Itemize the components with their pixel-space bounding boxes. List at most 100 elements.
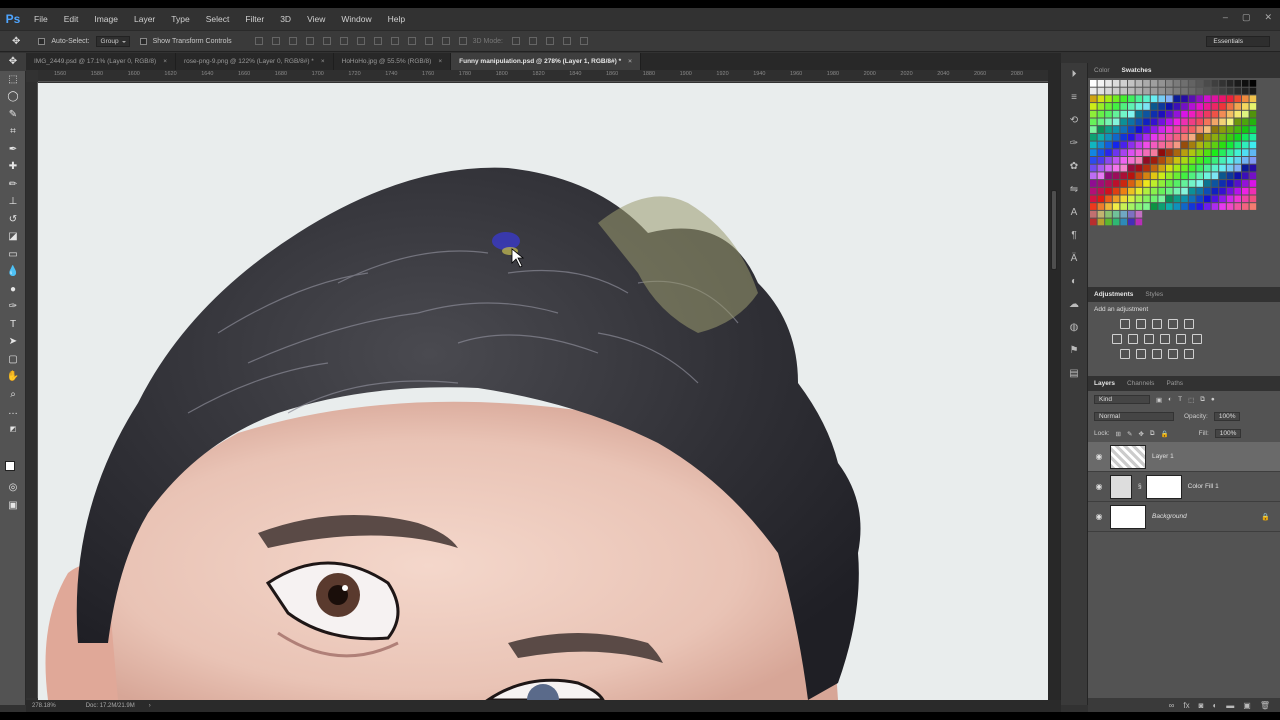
swatch-cell[interactable] xyxy=(1097,149,1105,156)
swatch-cell[interactable] xyxy=(1249,118,1257,126)
swatch-cell[interactable] xyxy=(1143,87,1150,95)
swatch-cell[interactable] xyxy=(1249,157,1257,164)
swatch-cell[interactable] xyxy=(1226,164,1234,172)
blur-tool-icon[interactable]: 💧 xyxy=(0,263,26,281)
swatch-cell[interactable] xyxy=(1120,203,1127,210)
swatch-cell[interactable] xyxy=(1226,87,1234,95)
swatch-cell[interactable] xyxy=(1166,203,1173,210)
swatch-cell[interactable] xyxy=(1105,203,1112,210)
swatch-cell[interactable] xyxy=(1090,110,1097,118)
swatch-cell[interactable] xyxy=(1158,133,1165,141)
swatch-cell[interactable] xyxy=(1112,172,1120,180)
swatch-cell[interactable] xyxy=(1143,103,1150,110)
swatch-cell[interactable] xyxy=(1249,133,1257,141)
3d-scale-icon[interactable] xyxy=(579,37,588,45)
restore-button[interactable]: ▢ xyxy=(1242,12,1251,23)
color-lookup-icon[interactable] xyxy=(1192,334,1202,344)
swatch-cell[interactable] xyxy=(1211,172,1219,180)
swatch-cell[interactable] xyxy=(1242,149,1249,156)
swatch-cell[interactable] xyxy=(1090,157,1097,164)
glyphs-panel-icon[interactable]: Ä xyxy=(1061,247,1087,270)
foreground-color-swatch[interactable] xyxy=(5,461,15,471)
swatch-cell[interactable] xyxy=(1173,80,1181,87)
swatch-cell[interactable] xyxy=(1181,118,1188,126)
swatch-cell[interactable] xyxy=(1196,80,1203,87)
swatch-cell[interactable] xyxy=(1188,126,1196,133)
swatch-cell[interactable] xyxy=(1128,172,1135,180)
curves-icon[interactable] xyxy=(1152,319,1162,329)
swatch-cell[interactable] xyxy=(1242,87,1249,95)
swatch-cell[interactable] xyxy=(1173,133,1181,141)
swatch-cell[interactable] xyxy=(1211,180,1219,187)
menu-image[interactable]: Image xyxy=(86,14,126,24)
filter-smart-icon[interactable]: ⧉ xyxy=(1200,396,1205,404)
swatch-cell[interactable] xyxy=(1143,164,1150,172)
swatch-cell[interactable] xyxy=(1166,118,1173,126)
swatch-cell[interactable] xyxy=(1204,103,1211,110)
brightness-contrast-icon[interactable] xyxy=(1120,319,1130,329)
swatch-cell[interactable] xyxy=(1120,103,1127,110)
swatch-cell[interactable] xyxy=(1128,157,1135,164)
swatch-cell[interactable] xyxy=(1234,172,1241,180)
cloud-panel-icon[interactable]: ☁ xyxy=(1061,293,1087,316)
swatch-cell[interactable] xyxy=(1242,164,1249,172)
swatches-grid[interactable] xyxy=(1088,78,1280,278)
swatch-cell[interactable] xyxy=(1211,133,1219,141)
move-tool-preset-icon[interactable]: ✥ xyxy=(12,36,20,47)
swatch-cell[interactable] xyxy=(1166,80,1173,87)
swatch-cell[interactable] xyxy=(1204,80,1211,87)
hue-saturation-icon[interactable] xyxy=(1112,334,1122,344)
swatch-cell[interactable] xyxy=(1211,149,1219,156)
swatch-cell[interactable] xyxy=(1226,110,1234,118)
swatch-cell[interactable] xyxy=(1166,141,1173,149)
swatch-cell[interactable] xyxy=(1204,141,1211,149)
menu-view[interactable]: View xyxy=(299,14,333,24)
swatch-cell[interactable] xyxy=(1150,126,1158,133)
swatch-cell[interactable] xyxy=(1128,180,1135,187)
tab-rose-png[interactable]: rose-png-9.png @ 122% (Layer 0, RGB/8#) … xyxy=(176,53,334,70)
swatch-cell[interactable] xyxy=(1097,203,1105,210)
swatch-cell[interactable] xyxy=(1150,149,1158,156)
swatch-cell[interactable] xyxy=(1135,180,1143,187)
swatch-cell[interactable] xyxy=(1226,172,1234,180)
layer-name[interactable]: Layer 1 xyxy=(1152,453,1174,460)
swatch-cell[interactable] xyxy=(1120,87,1127,95)
swatch-cell[interactable] xyxy=(1158,164,1165,172)
swatch-cell[interactable] xyxy=(1158,87,1165,95)
quick-select-tool-icon[interactable]: ✎ xyxy=(0,106,26,124)
exposure-icon[interactable] xyxy=(1168,319,1178,329)
swatch-cell[interactable] xyxy=(1090,103,1097,110)
swatch-cell[interactable] xyxy=(1234,164,1241,172)
3d-pan-icon[interactable] xyxy=(545,37,554,45)
swatch-cell[interactable] xyxy=(1196,141,1203,149)
swatch-cell[interactable] xyxy=(1120,126,1127,133)
swatch-cell[interactable] xyxy=(1120,210,1127,218)
swatch-cell[interactable] xyxy=(1234,187,1241,195)
swatch-cell[interactable] xyxy=(1166,103,1173,110)
swatch-cell[interactable] xyxy=(1105,164,1112,172)
selective-color-icon[interactable] xyxy=(1184,349,1194,359)
swatch-cell[interactable] xyxy=(1234,80,1241,87)
swatch-cell[interactable] xyxy=(1143,126,1150,133)
distribute-hcenter-icon[interactable] xyxy=(424,37,433,45)
swatch-cell[interactable] xyxy=(1128,126,1135,133)
tab-paths[interactable]: Paths xyxy=(1160,380,1189,387)
swatch-cell[interactable] xyxy=(1211,95,1219,103)
swatch-cell[interactable] xyxy=(1219,141,1226,149)
swatch-cell[interactable] xyxy=(1143,149,1150,156)
swatch-cell[interactable] xyxy=(1204,157,1211,164)
hand-tool-icon[interactable]: ✋ xyxy=(0,368,26,386)
filter-pixel-icon[interactable]: ▣ xyxy=(1156,396,1162,404)
libraries-panel-icon[interactable]: ◐ xyxy=(1061,270,1087,293)
swatch-cell[interactable] xyxy=(1120,141,1127,149)
swatch-cell[interactable] xyxy=(1196,87,1203,95)
swatch-cell[interactable] xyxy=(1242,118,1249,126)
swatch-cell[interactable] xyxy=(1234,87,1241,95)
swatch-cell[interactable] xyxy=(1173,103,1181,110)
swatch-cell[interactable] xyxy=(1234,203,1241,210)
swatch-cell[interactable] xyxy=(1135,95,1143,103)
swatch-cell[interactable] xyxy=(1112,203,1120,210)
swatch-cell[interactable] xyxy=(1181,187,1188,195)
swatch-cell[interactable] xyxy=(1150,164,1158,172)
swatch-cell[interactable] xyxy=(1143,195,1150,203)
